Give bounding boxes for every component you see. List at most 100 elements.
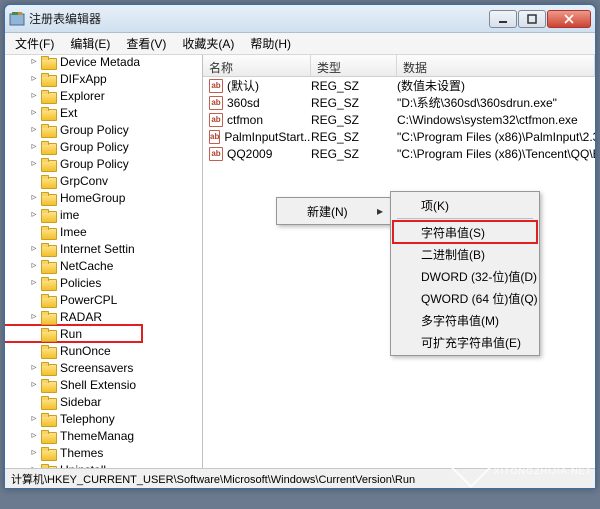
tree-item[interactable]: ▹RADAR	[5, 308, 142, 325]
menu-favorites[interactable]: 收藏夹(A)	[174, 32, 242, 55]
context-sub-item[interactable]: 项(K)	[393, 194, 537, 216]
expander-icon[interactable]: ▹	[27, 90, 41, 101]
expander-icon[interactable]: ▹	[27, 277, 41, 288]
tree-item[interactable]: ▹ Themes	[5, 444, 142, 461]
tree-item[interactable]: ▹Explorer	[5, 87, 142, 104]
folder-icon	[41, 362, 55, 374]
menu-help[interactable]: 帮助(H)	[242, 32, 299, 55]
expander-icon[interactable]: ▹	[27, 243, 41, 254]
menu-edit[interactable]: 编辑(E)	[62, 32, 118, 55]
tree-item-label: Ext	[58, 106, 79, 120]
expander-icon[interactable]: ▹	[27, 260, 41, 271]
tree-item-label: Group Policy	[58, 123, 131, 137]
context-submenu[interactable]: 项(K) 字符串值(S) 二进制值(B)DWORD (32-位)值(D) QWORD …	[390, 191, 540, 356]
menu-view[interactable]: 查看(V)	[118, 32, 174, 55]
minimize-button[interactable]	[489, 10, 517, 28]
tree-item[interactable]: Imee	[5, 223, 142, 240]
tree-item[interactable]: ▹ Device Metada	[5, 55, 142, 70]
context-item-new[interactable]: 新建(N)	[279, 200, 389, 222]
col-name[interactable]: 名称	[203, 55, 311, 76]
folder-icon	[41, 294, 55, 306]
tree-pane[interactable]: ▹Device Metada▹DIFxApp▹Explorer▹Ext▹Grou…	[5, 55, 203, 468]
tree-item[interactable]: ▹DIFxApp	[5, 70, 142, 87]
expander-icon[interactable]: ▹	[27, 192, 41, 203]
context-sub-label: QWORD (64 位)值(Q)	[421, 290, 538, 307]
string-value-icon: ab	[209, 96, 223, 110]
folder-icon	[41, 379, 55, 391]
tree-item[interactable]: ▹ Group Policy	[5, 121, 142, 138]
value-row[interactable]: abctfmonREG_SZC:\Windows\system32\ctfmon…	[203, 111, 595, 128]
tree-item-label: Themes	[58, 446, 105, 460]
context-sub-item[interactable]: 多字符串值(M)	[393, 309, 537, 331]
tree-item-label: HomeGroup	[58, 191, 127, 205]
value-row[interactable]: ab(默认)REG_SZ(数值未设置)	[203, 77, 595, 94]
folder-icon	[41, 260, 55, 272]
tree-item[interactable]: ▹Screensavers	[5, 359, 142, 376]
folder-icon	[41, 226, 55, 238]
context-menu-new[interactable]: 新建(N)	[276, 197, 392, 225]
context-sub-label: 字符串值(S)	[421, 224, 485, 241]
expander-icon[interactable]: ▹	[27, 413, 41, 424]
tree-item[interactable]: ▹ Shell Extensio	[5, 376, 142, 393]
context-item-new-label: 新建(N)	[307, 203, 348, 220]
value-type: REG_SZ	[311, 79, 397, 93]
tree-item[interactable]: ▹Telephony	[5, 410, 142, 427]
tree-item[interactable]: RunOnce	[5, 342, 142, 359]
value-data: "C:\Program Files (x86)\PalmInput\2.3.0.	[397, 130, 595, 144]
expander-icon[interactable]: ▹	[27, 209, 41, 220]
context-sub-item[interactable]: 可扩充字符串值(E)	[393, 331, 537, 353]
value-type: REG_SZ	[311, 147, 397, 161]
expander-icon[interactable]: ▹	[27, 56, 41, 67]
context-sub-item[interactable]: QWORD (64 位)值(Q)	[393, 287, 537, 309]
tree-item-label: Sidebar	[58, 395, 103, 409]
list-header[interactable]: 名称 类型 数据	[203, 55, 595, 77]
tree-item[interactable]: GrpConv	[5, 172, 142, 189]
expander-icon[interactable]: ▹	[27, 124, 41, 135]
maximize-button[interactable]	[518, 10, 546, 28]
expander-icon[interactable]: ▹	[27, 107, 41, 118]
tree-item[interactable]: ▹Uninstall	[5, 461, 142, 468]
titlebar[interactable]: 注册表编辑器	[5, 5, 595, 33]
expander-icon[interactable]: ▹	[27, 447, 41, 458]
tree-item[interactable]: ▹NetCache	[5, 257, 142, 274]
tree-item[interactable]: Run	[5, 325, 142, 342]
expander-icon[interactable]: ▹	[27, 158, 41, 169]
menu-file[interactable]: 文件(F)	[7, 32, 62, 55]
tree-item[interactable]: ▹Group Policy	[5, 155, 142, 172]
tree-item[interactable]: ▹Group Policy	[5, 138, 142, 155]
expander-icon[interactable]: ▹	[27, 311, 41, 322]
expander-icon[interactable]: ▹	[27, 362, 41, 373]
value-data: "D:\系统\360sd\360sdrun.exe"	[397, 94, 595, 111]
tree-item[interactable]: Sidebar	[5, 393, 142, 410]
context-sub-item[interactable]: DWORD (32-位)值(D)	[393, 265, 537, 287]
tree-item-label: Shell Extensio	[58, 378, 138, 392]
tree-item[interactable]: ▹ThemeManag	[5, 427, 142, 444]
expander-icon[interactable]: ▹	[27, 379, 41, 390]
expander-icon[interactable]: ▹	[27, 73, 41, 84]
value-row[interactable]: abQQ2009REG_SZ"C:\Program Files (x86)\Te…	[203, 145, 595, 162]
tree-item[interactable]: PowerCPL	[5, 291, 142, 308]
context-sub-item[interactable]: 字符串值(S)	[393, 221, 537, 243]
context-sub-item[interactable]: 二进制值(B)	[393, 243, 537, 265]
tree-item[interactable]: ▹ Internet Settin	[5, 240, 142, 257]
folder-icon	[41, 158, 55, 170]
context-sub-label: 可扩充字符串值(E)	[421, 334, 521, 351]
context-sub-label: 多字符串值(M)	[421, 312, 499, 329]
close-button[interactable]	[547, 10, 591, 28]
tree-item[interactable]: ▹ Ext	[5, 104, 142, 121]
value-row[interactable]: abPalmInputStart...REG_SZ"C:\Program Fil…	[203, 128, 595, 145]
tree-item[interactable]: ▹ime	[5, 206, 142, 223]
expander-icon[interactable]: ▹	[27, 464, 41, 468]
tree-item[interactable]: ▹ HomeGroup	[5, 189, 142, 206]
value-name: QQ2009	[227, 147, 272, 161]
folder-icon	[41, 124, 55, 136]
col-data[interactable]: 数据	[397, 55, 595, 76]
tree-item[interactable]: ▹Policies	[5, 274, 142, 291]
expander-icon[interactable]: ▹	[27, 430, 41, 441]
col-type[interactable]: 类型	[311, 55, 397, 76]
tree-item-label: Internet Settin	[58, 242, 137, 256]
value-name: ctfmon	[227, 113, 263, 127]
tree-item-label: Device Metada	[58, 55, 142, 69]
value-row[interactable]: ab360sdREG_SZ"D:\系统\360sd\360sdrun.exe"	[203, 94, 595, 111]
expander-icon[interactable]: ▹	[27, 141, 41, 152]
